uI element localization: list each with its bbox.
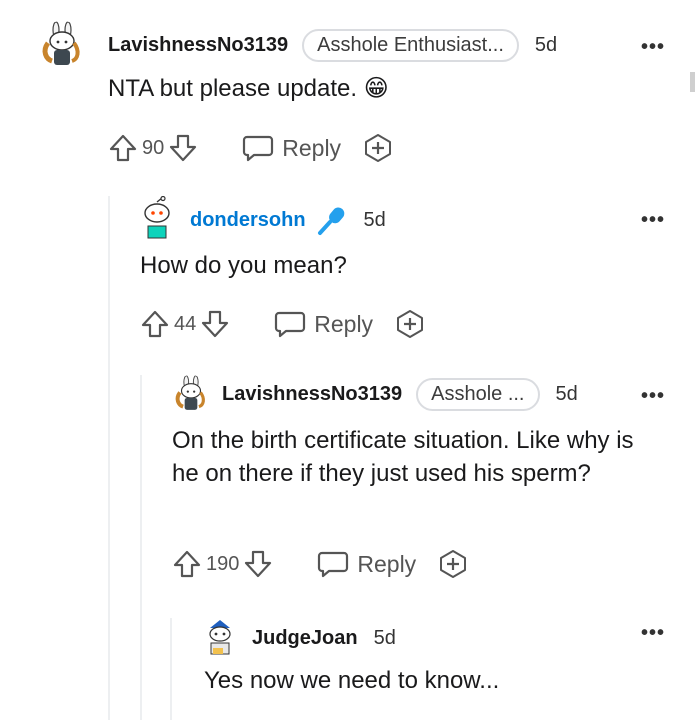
comment-header: JudgeJoan 5d — [204, 618, 396, 658]
vote-count: 44 — [174, 312, 197, 335]
comment-header: dondersohn 5d — [140, 196, 386, 244]
more-options-icon[interactable]: ••• — [641, 210, 665, 230]
timestamp: 5d — [363, 208, 386, 231]
user-flair: Asshole ... — [416, 377, 540, 411]
avatar[interactable] — [204, 618, 236, 658]
username[interactable]: LavishnessNo3139 — [222, 383, 402, 406]
thread-line[interactable] — [170, 618, 172, 720]
username[interactable]: LavishnessNo3139 — [108, 34, 288, 57]
avatar[interactable] — [172, 375, 210, 413]
timestamp: 5d — [534, 33, 558, 56]
comment-body: NTA but please update. 😁 — [108, 72, 389, 105]
comment-header: LavishnessNo3139 Asshole ... 5d — [172, 375, 578, 413]
microphone-icon — [316, 204, 348, 236]
comment-actions: 90 Reply — [108, 128, 393, 168]
thread-line[interactable] — [140, 375, 142, 720]
downvote-arrow-icon[interactable] — [200, 309, 230, 339]
avatar[interactable] — [140, 196, 174, 244]
reply-button[interactable]: Reply — [274, 310, 373, 338]
reply-bubble-icon — [317, 550, 349, 578]
thread-line[interactable] — [108, 196, 110, 720]
award-icon[interactable] — [395, 309, 425, 339]
timestamp: 5d — [373, 626, 396, 649]
comment-header: LavishnessNo3139 Asshole Enthusiast... 5… — [38, 21, 557, 69]
scrollbar[interactable] — [690, 72, 695, 92]
downvote-arrow-icon[interactable] — [168, 133, 198, 163]
username[interactable]: dondersohn — [190, 209, 306, 232]
reply-button[interactable]: Reply — [242, 134, 341, 162]
more-options-icon[interactable]: ••• — [641, 386, 665, 406]
upvote-arrow-icon[interactable] — [108, 133, 138, 163]
award-icon[interactable] — [438, 549, 468, 579]
comment-text: NTA but please update. — [108, 75, 358, 102]
avatar[interactable] — [38, 21, 86, 69]
reply-label: Reply — [314, 310, 374, 337]
comment-actions: 190 Reply — [172, 544, 468, 584]
reply-bubble-icon — [242, 134, 274, 162]
grinning-emoji: 😁 — [363, 75, 389, 102]
comment-body: How do you mean? — [140, 252, 347, 279]
reply-bubble-icon — [274, 310, 306, 338]
reply-button[interactable]: Reply — [317, 550, 416, 578]
award-icon[interactable] — [363, 133, 393, 163]
username[interactable]: JudgeJoan — [252, 627, 358, 650]
upvote-arrow-icon[interactable] — [172, 549, 202, 579]
timestamp: 5d — [555, 382, 578, 405]
more-options-icon[interactable]: ••• — [641, 37, 665, 57]
comment-body: On the birth certificate situation. Like… — [172, 427, 634, 487]
comment-body: Yes now we need to know... — [204, 667, 500, 694]
user-flair: Asshole Enthusiast... — [302, 28, 519, 62]
upvote-arrow-icon[interactable] — [140, 309, 170, 339]
vote-count: 190 — [206, 552, 240, 575]
reply-label: Reply — [282, 134, 342, 161]
comment-actions: 44 Reply — [140, 304, 425, 344]
more-options-icon[interactable]: ••• — [641, 623, 665, 643]
reply-label: Reply — [357, 550, 417, 577]
vote-count: 90 — [142, 136, 165, 159]
downvote-arrow-icon[interactable] — [243, 549, 273, 579]
